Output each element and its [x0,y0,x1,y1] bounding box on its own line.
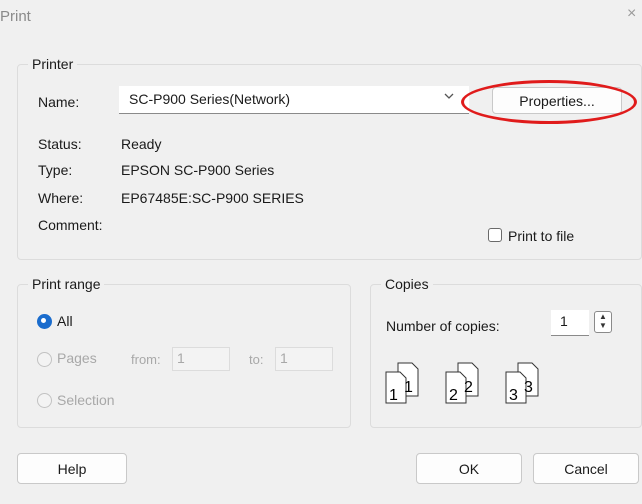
selection-radio[interactable] [37,393,52,408]
pages-radio[interactable] [37,352,52,367]
name-label: Name: [38,94,80,110]
number-of-copies-label: Number of copies: [386,318,500,334]
copies-input[interactable]: 1 [551,310,589,336]
spinner-updown-icon[interactable]: ▲ ▼ [594,311,612,333]
printer-name-select[interactable]: SC-P900 Series(Network) [119,86,469,114]
all-radio[interactable] [37,314,52,329]
to-input[interactable]: 1 [275,347,333,371]
status-label: Status: [38,136,82,152]
where-label: Where: [38,190,84,206]
printer-name-value: SC-P900 Series(Network) [129,91,291,107]
print-to-file-checkbox[interactable] [488,228,502,242]
collate-page-label: 1 [389,387,398,404]
chevron-down-icon[interactable] [443,90,455,105]
annotation-ellipse [461,80,637,124]
selection-label[interactable]: Selection [57,392,115,408]
collate-page-label: 3 [509,387,518,404]
pages-label[interactable]: Pages [57,350,97,366]
collate-page-label: 2 [449,387,458,404]
type-label: Type: [38,162,73,178]
printer-group-legend: Printer [28,56,78,72]
collate-page-label: 2 [464,379,473,396]
copies-legend: Copies [381,276,433,292]
status-value: Ready [121,136,162,152]
type-value: EPSON SC-P900 Series [121,162,275,178]
collate-page-label: 1 [404,379,413,396]
collate-page-label: 3 [524,379,533,396]
from-label: from: [131,352,161,367]
ok-button[interactable]: OK [416,453,522,484]
from-input[interactable]: 1 [172,347,230,371]
help-button[interactable]: Help [17,453,127,484]
dialog-title: Print [0,8,31,25]
to-label: to: [249,352,264,367]
where-value: EP67485E:SC-P900 SERIES [121,190,304,206]
all-label[interactable]: All [57,313,73,329]
collate-pages-icon: 1 1 2 2 3 3 [384,360,544,407]
cancel-button[interactable]: Cancel [533,453,639,484]
print-range-legend: Print range [28,276,105,292]
close-icon[interactable]: × [627,5,642,23]
print-to-file-label[interactable]: Print to file [508,228,574,244]
comment-label: Comment: [38,217,103,233]
